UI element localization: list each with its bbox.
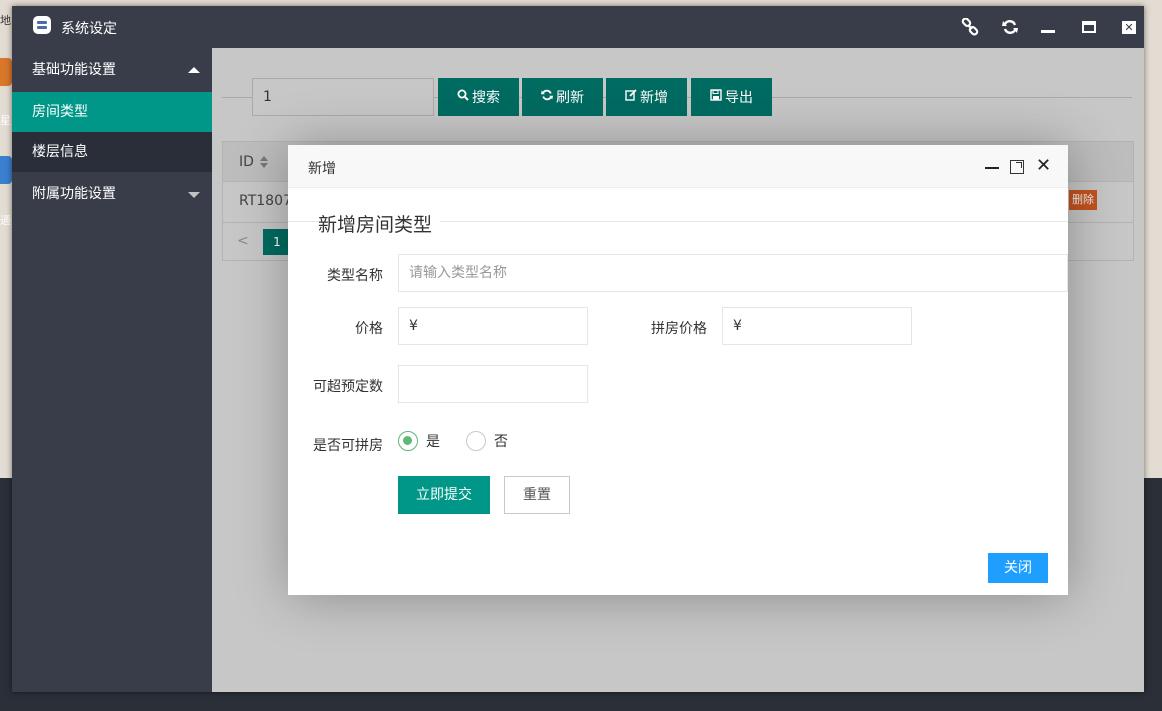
search-button[interactable]: 搜索 bbox=[438, 78, 519, 116]
pager-prev-icon[interactable]: < bbox=[237, 233, 249, 249]
nav-group-label: 附属功能设置 bbox=[32, 186, 116, 202]
maximize-icon[interactable] bbox=[1078, 16, 1100, 38]
price-label: 价格 bbox=[355, 321, 383, 337]
dialog-header[interactable]: 新增 ✕ bbox=[288, 145, 1068, 188]
desktop-app-icon[interactable] bbox=[0, 58, 12, 86]
link-icon[interactable] bbox=[959, 16, 981, 38]
caret-up-icon bbox=[188, 67, 200, 73]
submit-button[interactable]: 立即提交 bbox=[398, 476, 490, 514]
radio-unchecked-icon bbox=[466, 431, 486, 451]
radio-yes[interactable]: 是 bbox=[398, 431, 440, 451]
desktop-icon-label: 通 bbox=[0, 214, 11, 227]
search-button-label: 搜索 bbox=[472, 90, 500, 106]
search-input[interactable]: 1 bbox=[252, 78, 434, 116]
dialog-close-button[interactable]: 关闭 bbox=[988, 553, 1048, 583]
radio-yes-label: 是 bbox=[426, 434, 440, 450]
search-icon bbox=[457, 89, 469, 105]
sidebar-item-floor-info[interactable]: 楼层信息 bbox=[12, 132, 212, 172]
desktop-app-icon[interactable] bbox=[0, 156, 12, 184]
desktop-icon-label: 地 bbox=[0, 14, 11, 27]
export-button[interactable]: 导出 bbox=[691, 78, 772, 116]
sidebar-item-room-type[interactable]: 房间类型 bbox=[12, 92, 212, 132]
close-icon[interactable]: ✕ bbox=[1118, 16, 1140, 38]
pager-page-current[interactable]: 1 bbox=[263, 229, 291, 255]
close-icon[interactable]: ✕ bbox=[1036, 155, 1051, 177]
edit-icon bbox=[625, 89, 637, 105]
table-cell-id: RT1807 bbox=[239, 193, 292, 209]
refresh-icon[interactable] bbox=[999, 16, 1021, 38]
can-share-label: 是否可拼房 bbox=[313, 438, 383, 454]
maximize-icon[interactable] bbox=[1010, 160, 1024, 174]
caret-down-icon bbox=[188, 192, 200, 198]
window-title: 系统设定 bbox=[61, 21, 117, 37]
column-header-id[interactable]: ID bbox=[239, 154, 268, 170]
radio-checked-icon bbox=[398, 431, 418, 451]
reset-button[interactable]: 重置 bbox=[504, 476, 570, 514]
save-icon bbox=[710, 89, 722, 105]
nav-group-auxiliary-settings[interactable]: 附属功能设置 bbox=[12, 172, 212, 216]
refresh-button-label: 刷新 bbox=[556, 90, 584, 106]
delete-button[interactable]: 删除 bbox=[1069, 190, 1097, 210]
minimize-icon[interactable] bbox=[985, 157, 999, 177]
desktop-icon-label: 星 bbox=[0, 114, 11, 127]
radio-no-label: 否 bbox=[494, 434, 508, 450]
app-icon bbox=[33, 16, 51, 34]
nav-group-basic-settings[interactable]: 基础功能设置 bbox=[12, 48, 212, 92]
overbook-label: 可超预定数 bbox=[313, 379, 383, 395]
refresh-icon bbox=[541, 89, 553, 105]
sidebar: 基础功能设置 房间类型 楼层信息 附属功能设置 bbox=[12, 48, 212, 692]
window-titlebar[interactable]: 系统设定 ✕ bbox=[12, 6, 1144, 48]
share-price-label: 拼房价格 bbox=[651, 321, 707, 337]
sort-icon[interactable] bbox=[259, 155, 268, 168]
minimize-icon[interactable] bbox=[1037, 16, 1059, 38]
add-button[interactable]: 新增 bbox=[606, 78, 687, 116]
export-button-label: 导出 bbox=[725, 90, 753, 106]
overbook-input[interactable] bbox=[398, 365, 588, 403]
type-name-label: 类型名称 bbox=[327, 268, 383, 284]
sidebar-item-label: 楼层信息 bbox=[32, 144, 88, 160]
sidebar-item-label: 房间类型 bbox=[32, 104, 88, 120]
add-room-type-dialog: 新增 ✕ 新增房间类型 类型名称 请输入类型名称 价格 ¥ 拼房价格 ¥ 可超预… bbox=[288, 145, 1068, 595]
type-name-input[interactable]: 请输入类型名称 bbox=[398, 254, 1068, 292]
radio-no[interactable]: 否 bbox=[466, 431, 508, 451]
form-title: 新增房间类型 bbox=[318, 210, 441, 237]
refresh-button[interactable]: 刷新 bbox=[522, 78, 603, 116]
price-input[interactable]: ¥ bbox=[398, 307, 588, 345]
column-header-label: ID bbox=[239, 154, 254, 170]
dialog-title: 新增 bbox=[308, 161, 336, 177]
add-button-label: 新增 bbox=[640, 90, 668, 106]
nav-group-label: 基础功能设置 bbox=[32, 62, 116, 78]
share-price-input[interactable]: ¥ bbox=[722, 307, 912, 345]
